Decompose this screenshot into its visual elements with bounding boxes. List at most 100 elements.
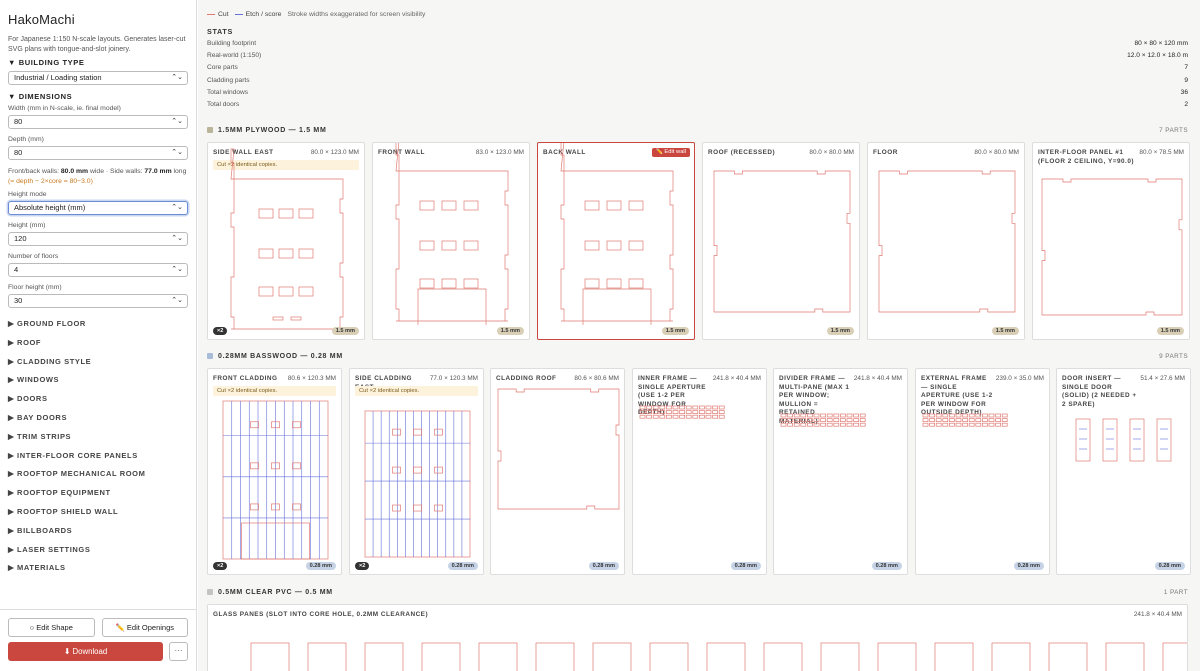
stepper-icon[interactable]: ⌃⌄ [171, 264, 183, 276]
glass-pane [1105, 642, 1145, 671]
part-card[interactable]: DIVIDER FRAME — MULTI-PANE (MAX 1 PER WI… [773, 368, 908, 575]
part-card[interactable]: SIDE CLADDING EAST77.0 × 120.3 MMCut ×2 … [349, 368, 484, 575]
frame-aperture [853, 422, 859, 427]
material-part-count: 7 PARTS [1159, 126, 1188, 134]
part-card[interactable]: SIDE WALL EAST 80.0 × 123.0 MM Cut ×2 iden… [207, 142, 365, 340]
part-card[interactable]: GLASS PANES (SLOT INTO CORE HOLE, 0.2MM … [207, 604, 1188, 671]
section-toggle[interactable]: ▶ BAY DOORS [8, 409, 188, 428]
collapsed-sections: ▶ GROUND FLOOR ▶ ROOF ▶ CLADDING STYLE ▶ WI… [8, 315, 188, 578]
frame-aperture [813, 418, 820, 422]
part-card[interactable]: ROOF (RECESSED) 80.0 × 80.0 MM 1.5 mm [702, 142, 860, 340]
section-toggle[interactable]: ▶ CLADDING STYLE [8, 353, 188, 372]
section-toggle[interactable]: ▶ ROOFTOP EQUIPMENT [8, 484, 188, 503]
window-opening [628, 278, 644, 289]
section-toggle[interactable]: ▶ ROOFTOP SHIELD WALL [8, 503, 188, 522]
stat-value: 12.0 × 12.0 × 18.0 m [1127, 52, 1188, 60]
edit-wall-button[interactable]: ✏️ Edit wall [651, 148, 690, 157]
window-opening [434, 428, 443, 436]
part-card[interactable]: FRONT CLADDING 80.6 × 120.3 MM Cut ×2 iden… [207, 368, 342, 575]
part-drawing [713, 170, 851, 313]
part-drawing [780, 413, 866, 427]
section-toggle[interactable]: ▶ ROOF [8, 334, 188, 353]
depth-input[interactable]: 80 ⌃⌄ [8, 146, 188, 160]
window-opening [419, 278, 435, 289]
part-card-header: FRONT CLADDING 80.6 × 120.3 MM [213, 375, 336, 384]
section-toggle[interactable]: ▶ LASER SETTINGS [8, 541, 188, 560]
height-mode-select[interactable]: Absolute height (mm) ⌃⌄ [8, 201, 188, 215]
frame-aperture [840, 422, 846, 427]
frame-aperture [935, 422, 942, 427]
frame-aperture [975, 413, 982, 418]
height-input[interactable]: 120 ⌃⌄ [8, 232, 188, 246]
edit-openings-button[interactable]: ✏️ Edit Openings [101, 618, 188, 637]
part-card[interactable]: FRONT WALL 83.0 × 123.0 MM 1.5 mm [372, 142, 530, 340]
part-card[interactable]: BACK WALL83.0✏️ Edit wall1.5 mm [537, 142, 695, 340]
window-opening [606, 278, 622, 289]
part-card[interactable]: INTER-FLOOR PANEL #1 (FLOOR 2 CEILING, Y… [1032, 142, 1190, 340]
section-toggle[interactable]: ▶ ROOFTOP MECHANICAL ROOM [8, 465, 188, 484]
frame-aperture [813, 413, 820, 418]
frame-aperture [807, 422, 813, 427]
more-options-button[interactable]: ··· [169, 642, 188, 661]
frame-aperture [659, 410, 666, 414]
section-toggle[interactable]: ▶ TRIM STRIPS [8, 428, 188, 447]
width-input[interactable]: 80 ⌃⌄ [8, 115, 188, 129]
wall-outline [230, 148, 344, 330]
frame-aperture [962, 418, 968, 422]
section-building-type[interactable]: ▼ BUILDING TYPE [8, 58, 188, 67]
stat-row: Total windows 36 [207, 89, 1188, 101]
floors-label: Number of floors [8, 253, 59, 260]
section-toggle[interactable]: ▶ MATERIALS [8, 559, 188, 578]
part-card[interactable]: DOOR INSERT — SINGLE DOOR (SOLID) (2 NEE… [1056, 368, 1191, 575]
part-card[interactable]: FLOOR 80.0 × 80.0 MM 1.5 mm [867, 142, 1025, 340]
glass-pane [478, 642, 518, 671]
frame-aperture [807, 418, 813, 422]
frame-aperture [705, 414, 712, 419]
section-toggle[interactable]: ▶ INTER-FLOOR CORE PANELS [8, 447, 188, 466]
section-toggle[interactable]: ▶ BILLBOARDS [8, 522, 188, 541]
frame-aperture [679, 405, 685, 410]
frame-aperture [975, 422, 982, 427]
download-button[interactable]: ⬇ Download [8, 642, 163, 661]
frame-aperture [718, 410, 725, 414]
edit-shape-button[interactable]: ○ Edit Shape [8, 618, 95, 637]
window-opening [258, 248, 274, 259]
part-card[interactable]: INNER FRAME — SINGLE APERTURE (USE 1-2 P… [632, 368, 767, 575]
window-opening [419, 240, 435, 251]
frame-aperture [949, 413, 955, 418]
frame-aperture [692, 410, 699, 414]
glass-pane [1048, 642, 1088, 671]
part-card[interactable]: EXTERNAL FRAME — SINGLE APERTURE (USE 1-… [915, 368, 1050, 575]
plate-outline [497, 388, 620, 510]
thickness-badge: 1.5 mm [331, 327, 359, 335]
thickness-badge: 0.28 mm [1154, 562, 1185, 570]
part-drawing [230, 148, 344, 330]
floors-input[interactable]: 4 ⌃⌄ [8, 263, 188, 277]
thickness-badge: 1.5 mm [991, 327, 1019, 335]
building-type-select[interactable]: Industrial / Loading station ⌃⌄ [8, 71, 188, 85]
frame-aperture [652, 414, 659, 419]
cladding-outline [364, 410, 471, 558]
material-swatch [207, 589, 213, 595]
section-toggle[interactable]: ▶ WINDOWS [8, 371, 188, 390]
sidebar-scroll[interactable]: HakoMachi For Japanese 1:150 N-scale lay… [0, 0, 196, 609]
part-dimensions: 80.6 × 120.3 MM [287, 375, 336, 382]
frame-aperture [820, 413, 826, 418]
stepper-icon[interactable]: ⌃⌄ [171, 295, 183, 307]
frame-aperture [652, 410, 659, 414]
main-panel[interactable]: Cut Etch / score Stroke widths exaggerat… [198, 0, 1200, 671]
section-toggle[interactable]: ▶ GROUND FLOOR [8, 315, 188, 334]
frame-aperture [672, 405, 679, 410]
stepper-icon[interactable]: ⌃⌄ [171, 116, 183, 128]
stepper-icon[interactable]: ⌃⌄ [171, 147, 183, 159]
frame-aperture [968, 422, 975, 427]
floor-height-input[interactable]: 30 ⌃⌄ [8, 294, 188, 308]
section-dimensions[interactable]: ▼ DIMENSIONS [8, 92, 188, 101]
stat-value: 9 [1184, 76, 1188, 84]
stepper-icon[interactable]: ⌃⌄ [171, 233, 183, 245]
frame-aperture [787, 422, 793, 427]
section-toggle[interactable]: ▶ DOORS [8, 390, 188, 409]
frame-aperture [968, 413, 975, 418]
part-card[interactable]: CLADDING ROOF 80.6 × 80.6 MM 0.28 mm [490, 368, 625, 575]
part-dimensions: 80.0 × 80.0 MM [809, 149, 854, 156]
